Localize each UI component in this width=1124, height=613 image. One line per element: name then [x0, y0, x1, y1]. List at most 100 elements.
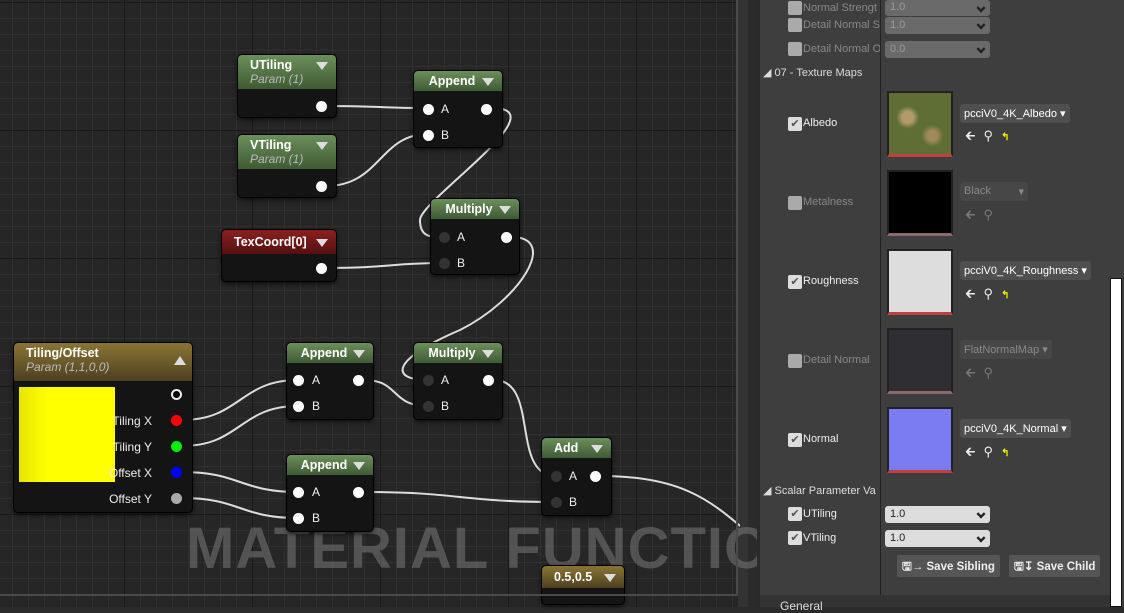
input-pin-b[interactable] — [551, 497, 562, 508]
save-child-button[interactable]: 🖫↧ Save Child — [1009, 555, 1101, 577]
input-pin-b[interactable] — [293, 513, 304, 524]
detail-normal-strength-field[interactable]: 1.0 — [885, 17, 990, 34]
input-pin-a[interactable] — [423, 375, 434, 386]
param-label: Detail Normal — [803, 354, 870, 366]
collapse-arrow-icon[interactable] — [604, 574, 616, 582]
vtiling-node[interactable]: VTiling Param (1) — [237, 134, 337, 198]
general-section-header[interactable]: General — [760, 595, 1113, 613]
normal-checkbox[interactable]: ✔ — [788, 433, 802, 447]
output-pin[interactable] — [483, 375, 494, 386]
collapse-arrow-icon[interactable] — [174, 356, 186, 365]
input-pin-b[interactable] — [293, 401, 304, 412]
input-pin-a[interactable] — [423, 104, 434, 115]
utiling-value-field[interactable]: 1.0 — [885, 506, 990, 523]
asset-actions[interactable]: 🡰⚲ — [965, 206, 1001, 228]
collapse-arrow-icon[interactable] — [482, 78, 494, 86]
detail-normal-offset-field[interactable]: 0.0 — [885, 41, 990, 58]
utiling-node[interactable]: UTiling Param (1) — [237, 54, 337, 118]
tiling-offset-node[interactable]: Tiling/Offset Param (1,1,0,0) Tiling X Ti… — [13, 342, 193, 513]
vtiling-checkbox[interactable]: ✔ — [788, 531, 802, 545]
texture-maps-section[interactable]: ◢ 07 - Texture Maps — [763, 66, 862, 79]
output-pin-offset-y[interactable] — [171, 493, 182, 504]
input-pin-b[interactable] — [423, 130, 434, 141]
detail-normal-asset-dropdown[interactable]: FlatNormalMap ▾ — [960, 340, 1052, 359]
roughness-asset-dropdown[interactable]: pcciV0_4K_Roughness ▾ — [960, 261, 1091, 280]
material-graph-canvas[interactable]: MATERIAL FUNCTION UTiling Param (1) VTili… — [0, 0, 812, 607]
collapse-arrow-icon[interactable] — [353, 462, 365, 470]
detail-normal-thumbnail[interactable] — [887, 328, 953, 394]
override-checkbox[interactable] — [788, 18, 802, 32]
output-pin-offset-x[interactable] — [171, 467, 182, 478]
collapse-arrow-icon[interactable] — [316, 142, 328, 150]
asset-actions[interactable]: 🡰⚲ — [965, 364, 1001, 386]
metalness-thumbnail[interactable] — [887, 170, 953, 236]
scrollbar[interactable] — [1110, 278, 1122, 607]
albedo-asset-dropdown[interactable]: pcciV0_4K_Albedo ▾ — [960, 104, 1070, 123]
save-sibling-button[interactable]: 🖫→ Save Sibling — [897, 555, 1000, 577]
collapse-arrow-icon[interactable] — [353, 350, 365, 358]
reset-icon: ↰ — [1001, 290, 1018, 301]
asset-actions[interactable]: 🡰⚲↰ — [965, 285, 1017, 307]
vtiling-value-field[interactable]: 1.0 — [885, 530, 990, 547]
albedo-thumbnail[interactable] — [887, 91, 953, 157]
output-pin-tiling-x[interactable] — [171, 415, 182, 426]
output-pin-tiling-y[interactable] — [171, 441, 182, 452]
utiling-checkbox[interactable]: ✔ — [788, 507, 802, 521]
append-node-3[interactable]: Append A B — [286, 454, 374, 532]
input-pin-a[interactable] — [293, 487, 304, 498]
input-pin-a[interactable] — [439, 232, 450, 243]
add-node[interactable]: Add A B — [541, 437, 612, 516]
collapse-arrow-icon[interactable] — [316, 62, 328, 70]
input-pin-a[interactable] — [551, 471, 562, 482]
output-pin-rgba[interactable] — [171, 389, 182, 400]
param-label: VTiling — [803, 532, 837, 544]
input-pin-b[interactable] — [423, 401, 434, 412]
output-pin[interactable] — [316, 263, 327, 274]
input-pin-a[interactable] — [293, 375, 304, 386]
panel-edge — [757, 0, 760, 607]
texcoord-node[interactable]: TexCoord[0] — [221, 229, 337, 282]
output-pin[interactable] — [316, 181, 327, 192]
roughness-checkbox[interactable]: ✔ — [788, 275, 802, 289]
normal-thumbnail[interactable] — [887, 407, 953, 473]
browse-search-icon: ⚲ — [983, 128, 1002, 143]
normal-strength-field[interactable]: 1.0 — [885, 0, 990, 16]
param-label: Roughness — [803, 275, 859, 287]
normal-asset-dropdown[interactable]: pcciV0_4K_Normal ▾ — [960, 419, 1071, 438]
pin-label: B — [441, 399, 450, 413]
collapse-arrow-icon[interactable] — [316, 239, 328, 247]
collapse-arrow-icon[interactable] — [591, 445, 603, 453]
collapse-arrow-icon[interactable] — [482, 350, 494, 358]
metalness-checkbox[interactable] — [788, 196, 802, 210]
asset-actions[interactable]: 🡰⚲↰ — [965, 443, 1017, 465]
output-pin[interactable] — [590, 471, 601, 482]
multiply-node-2[interactable]: Multiply A B — [413, 342, 503, 420]
pin-label: B — [312, 511, 321, 525]
output-pin[interactable] — [481, 104, 492, 115]
scalar-parameters-section[interactable]: ◢ Scalar Parameter Va — [763, 484, 880, 497]
detail-normal-checkbox[interactable] — [788, 354, 802, 368]
node-title: VTiling — [250, 138, 292, 152]
multiply-node-1[interactable]: Multiply A B — [430, 198, 520, 275]
override-checkbox[interactable] — [788, 42, 802, 56]
append-node-2[interactable]: Append A B — [286, 342, 374, 420]
roughness-thumbnail[interactable] — [887, 249, 953, 315]
pin-label: A — [441, 373, 450, 387]
append-node-1[interactable]: Append A B — [413, 70, 503, 148]
node-title: Tiling/Offset — [26, 346, 99, 360]
output-pin[interactable] — [316, 101, 327, 112]
output-pin[interactable] — [501, 232, 512, 243]
output-pin[interactable] — [353, 375, 364, 386]
constant-node[interactable]: 0.5,0.5 — [541, 565, 625, 605]
pin-label: Tiling X — [112, 414, 152, 428]
pin-label: B — [569, 495, 578, 509]
collapse-arrow-icon[interactable] — [499, 206, 511, 214]
node-title: 0.5,0.5 — [554, 570, 593, 584]
override-checkbox[interactable] — [788, 1, 802, 15]
input-pin-b[interactable] — [439, 258, 450, 269]
wire — [181, 497, 299, 519]
asset-actions[interactable]: 🡰⚲↰ — [965, 127, 1017, 149]
metalness-asset-dropdown[interactable]: Black ▾ — [960, 182, 1028, 201]
output-pin[interactable] — [353, 487, 364, 498]
albedo-checkbox[interactable]: ✔ — [788, 117, 802, 131]
